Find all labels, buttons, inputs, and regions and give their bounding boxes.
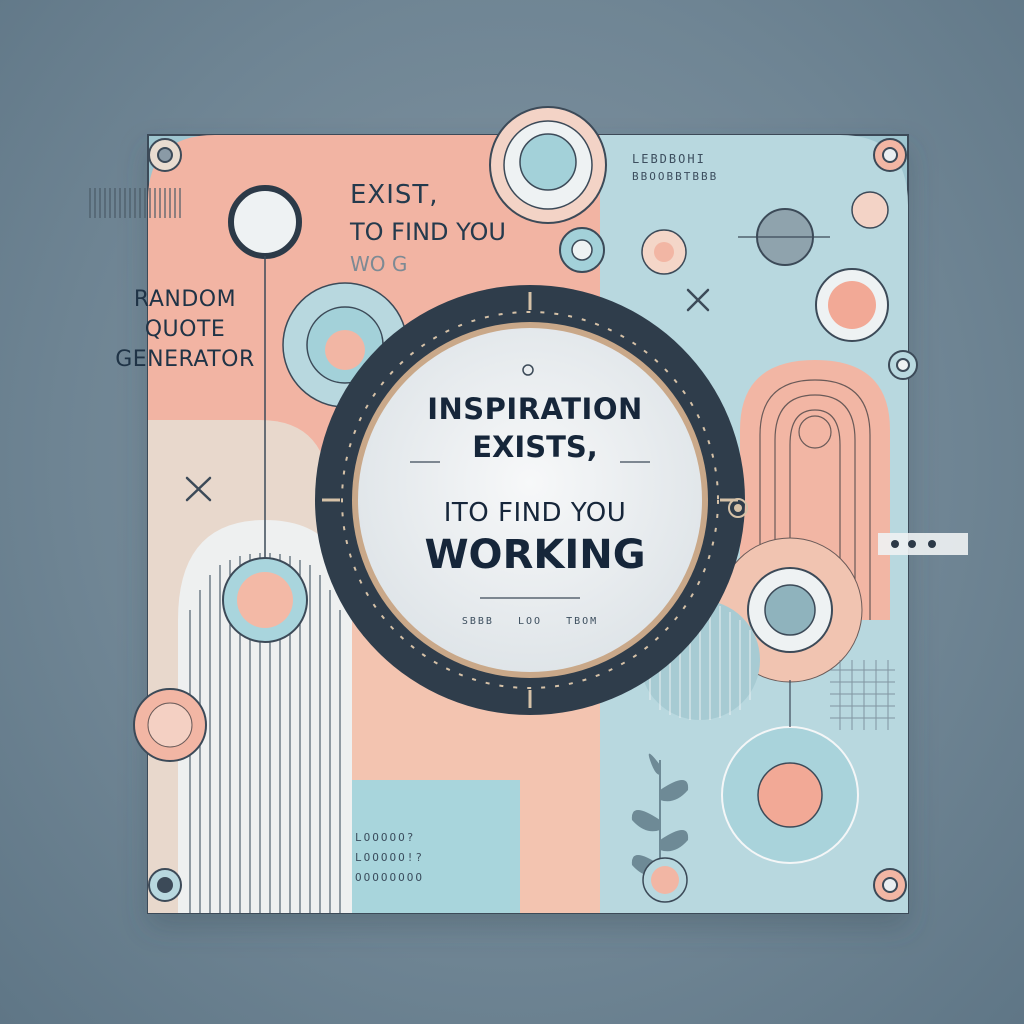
left-knob-core bbox=[237, 572, 293, 628]
leaf-pot-core bbox=[651, 866, 679, 894]
side-slider bbox=[878, 533, 968, 555]
small-ring-3 bbox=[851, 191, 889, 229]
blue-ring-core bbox=[757, 762, 823, 828]
side-title-line-2: QUOTE bbox=[144, 317, 226, 342]
background-quote-line-1: EXIST, bbox=[350, 180, 439, 210]
footer-line-1: LOOOOO? bbox=[355, 831, 416, 844]
quote-line-2: EXISTS, bbox=[472, 430, 598, 464]
header-text: LEBDBOHI BBOOBBTBBB bbox=[632, 152, 718, 183]
side-title: RANDOM QUOTE GENERATOR bbox=[105, 285, 265, 375]
quote-line-1: INSPIRATION bbox=[427, 392, 643, 426]
main-quote: INSPIRATION EXISTS, ITO FIND YOU WORKING bbox=[370, 392, 700, 578]
header-line-1: LEBDBOHI bbox=[632, 152, 706, 166]
footer-text: LOOOOO? LOOOOO!? OOOOOOOO bbox=[355, 828, 424, 888]
background-quote: EXIST, TO FIND YOU WO G bbox=[350, 180, 570, 276]
side-title-line-1: RANDOM bbox=[133, 287, 237, 312]
side-title-line-3: GENERATOR bbox=[115, 347, 255, 372]
background-quote-line-3: WO G bbox=[350, 252, 408, 276]
background-quote-line-2: TO FIND YOU bbox=[350, 218, 506, 246]
poster-canvas: LEBDBOHI BBOOBBTBBB RANDOM QUOTE GENERAT… bbox=[0, 0, 1024, 1024]
quote-line-4: WORKING bbox=[424, 532, 646, 578]
pin-knob bbox=[228, 185, 302, 259]
dial-caption: SBBB LOO TBOM bbox=[461, 616, 599, 627]
quote-line-3: ITO FIND YOU bbox=[443, 498, 627, 528]
footer-line-2: LOOOOO!? bbox=[355, 851, 424, 864]
footer-line-3: OOOOOOOO bbox=[355, 871, 424, 884]
header-line-2: BBOOBBTBBB bbox=[632, 170, 719, 183]
peach-disc-core bbox=[764, 584, 816, 636]
